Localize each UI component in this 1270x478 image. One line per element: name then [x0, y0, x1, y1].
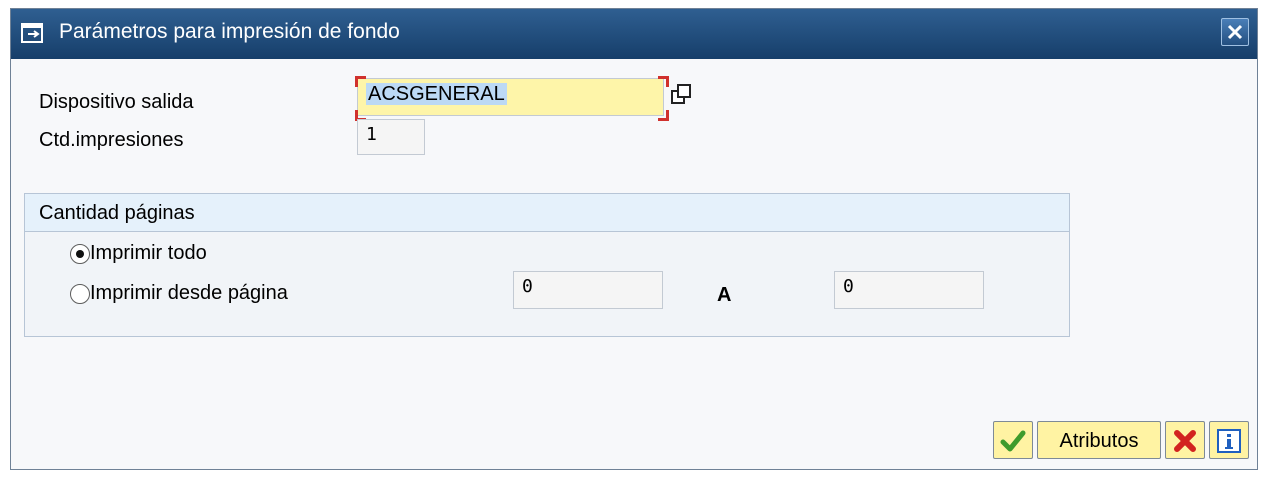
cancel-button[interactable] [1165, 421, 1205, 459]
print-all-label: Imprimir todo [90, 242, 207, 264]
copies-field[interactable]: 1 [357, 119, 425, 155]
info-button[interactable] [1209, 421, 1249, 459]
print-from-radio[interactable] [70, 284, 90, 304]
group-title: Cantidad páginas [39, 202, 195, 224]
output-device-label: Dispositivo salida [39, 91, 194, 113]
info-icon [1217, 429, 1241, 453]
page-quantity-group: Cantidad páginas Imprimir todo Imprimir … [24, 193, 1070, 337]
copies-value: 1 [366, 124, 377, 145]
from-page-field[interactable]: 0 [513, 271, 663, 309]
dialog-titlebar: Parámetros para impresión de fondo [11, 9, 1257, 59]
attributes-button-label: Atributos [1059, 430, 1139, 452]
close-icon [1227, 24, 1243, 40]
dialog-title: Parámetros para impresión de fondo [59, 20, 400, 43]
to-page-value: 0 [843, 276, 854, 297]
to-label: A [717, 284, 732, 306]
print-all-radio[interactable] [70, 244, 90, 264]
value-help-button[interactable] [669, 82, 695, 108]
focus-corner-tr [658, 76, 669, 87]
output-device-field[interactable]: ACSGENERAL [357, 78, 664, 116]
output-device-value: ACSGENERAL [366, 83, 507, 105]
to-page-field[interactable]: 0 [834, 271, 984, 309]
value-help-icon [671, 84, 691, 104]
cancel-x-icon [1174, 430, 1196, 452]
attributes-button[interactable]: Atributos [1037, 421, 1161, 459]
radio-selected-dot [76, 250, 84, 258]
focus-corner-tl [355, 76, 366, 87]
from-page-value: 0 [522, 276, 533, 297]
close-button[interactable] [1221, 18, 1249, 46]
group-header: Cantidad páginas [25, 194, 1069, 232]
copies-label: Ctd.impresiones [39, 129, 184, 151]
checkmark-icon [1000, 430, 1026, 452]
continue-button[interactable] [993, 421, 1033, 459]
print-parameters-dialog: Parámetros para impresión de fondo Dispo… [10, 8, 1258, 470]
focus-corner-br [658, 110, 669, 121]
print-from-label: Imprimir desde página [90, 282, 288, 304]
dialog-window-icon [21, 22, 45, 46]
